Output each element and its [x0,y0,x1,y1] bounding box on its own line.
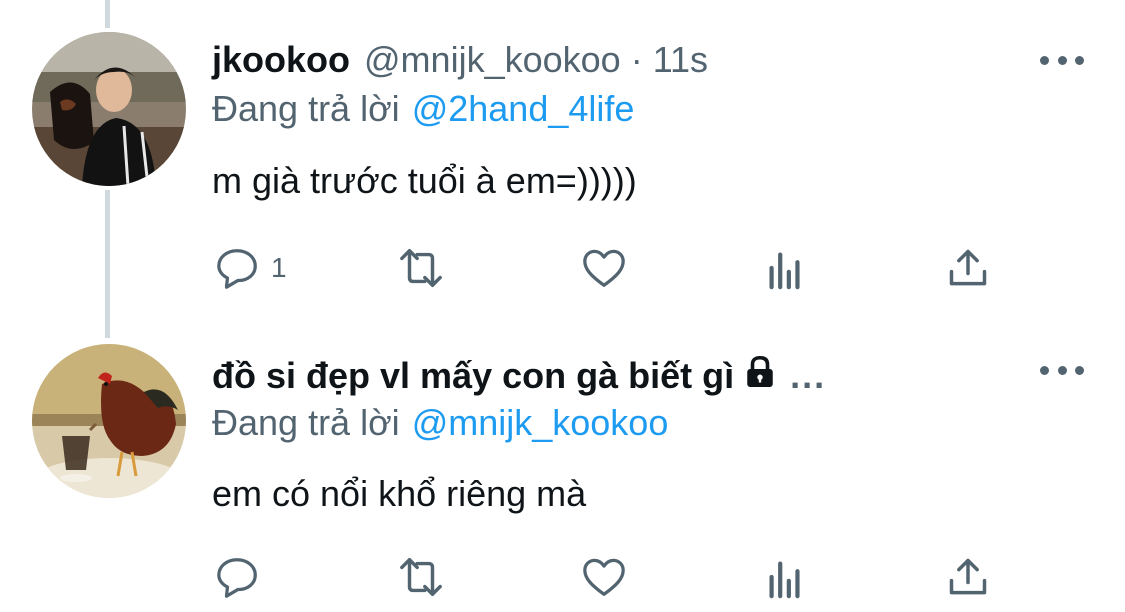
display-name[interactable]: đồ si đẹp vl mấy con gà biết gì [212,355,734,397]
replying-label: Đang trả lời [212,88,400,129]
more-options-button[interactable] [1040,360,1084,380]
like-button[interactable] [580,243,628,293]
more-dot-icon [1075,55,1084,65]
share-icon [949,249,987,286]
reply-icon [217,249,257,289]
retweet-icon [400,249,442,287]
tweet-text: em có nổi khổ riêng mà [212,473,587,514]
separator-dot: · [630,39,643,80]
replying-mention-link[interactable]: @2hand_4life [412,88,635,129]
avatar-photo-icon [32,344,186,498]
display-name[interactable]: jkookoo [212,39,350,81]
analytics-icon [769,561,800,599]
reply-icon [217,558,257,598]
replying-mention-link[interactable]: @mnijk_kookoo [412,402,669,443]
analytics-icon [769,252,800,290]
avatar[interactable] [32,344,186,498]
retweet-icon [400,558,442,596]
name-truncation-ellipsis: ... [790,355,827,396]
more-dot-icon [1057,365,1067,375]
tweet-reply-1[interactable]: jkookoo @mnijk_kookoo · 11s Đang trả lời… [0,0,1125,330]
like-button[interactable] [580,552,628,602]
avatar-photo-icon [32,32,186,186]
analytics-button[interactable] [765,552,805,602]
reply-button[interactable]: 1 [215,243,287,293]
lock-icon [742,354,778,399]
like-icon [583,558,625,596]
timestamp[interactable]: 11s [653,39,708,81]
replying-label: Đang trả lời [212,402,400,443]
replying-to: Đang trả lời @mnijk_kookoo [212,402,668,444]
share-icon [949,558,987,595]
share-button[interactable] [946,243,990,293]
tweet-actions: 1 [0,243,1125,293]
retweet-button[interactable] [393,552,449,602]
more-dot-icon [1040,55,1049,65]
tweet-actions [0,552,1125,602]
avatar[interactable] [32,32,186,186]
more-options-button[interactable] [1040,50,1084,70]
user-handle[interactable]: @mnijk_kookoo [364,39,621,81]
share-button[interactable] [946,552,990,602]
tweet-text: m già trước tuổi à em=))))) [212,160,637,201]
more-dot-icon [1075,365,1084,375]
analytics-button[interactable] [765,243,805,293]
tweet-header: đồ si đẹp vl mấy con gà biết gì ... [212,351,826,401]
tweet-header: jkookoo @mnijk_kookoo · 11s [212,35,708,85]
like-icon [583,249,625,287]
tweet-reply-2[interactable]: đồ si đẹp vl mấy con gà biết gì ... Đang… [0,330,1125,612]
replying-to: Đang trả lời @2hand_4life [212,88,634,130]
more-dot-icon [1040,365,1049,375]
retweet-button[interactable] [393,243,449,293]
more-dot-icon [1057,55,1067,65]
reply-count: 1 [271,252,287,283]
reply-button[interactable] [215,552,271,602]
